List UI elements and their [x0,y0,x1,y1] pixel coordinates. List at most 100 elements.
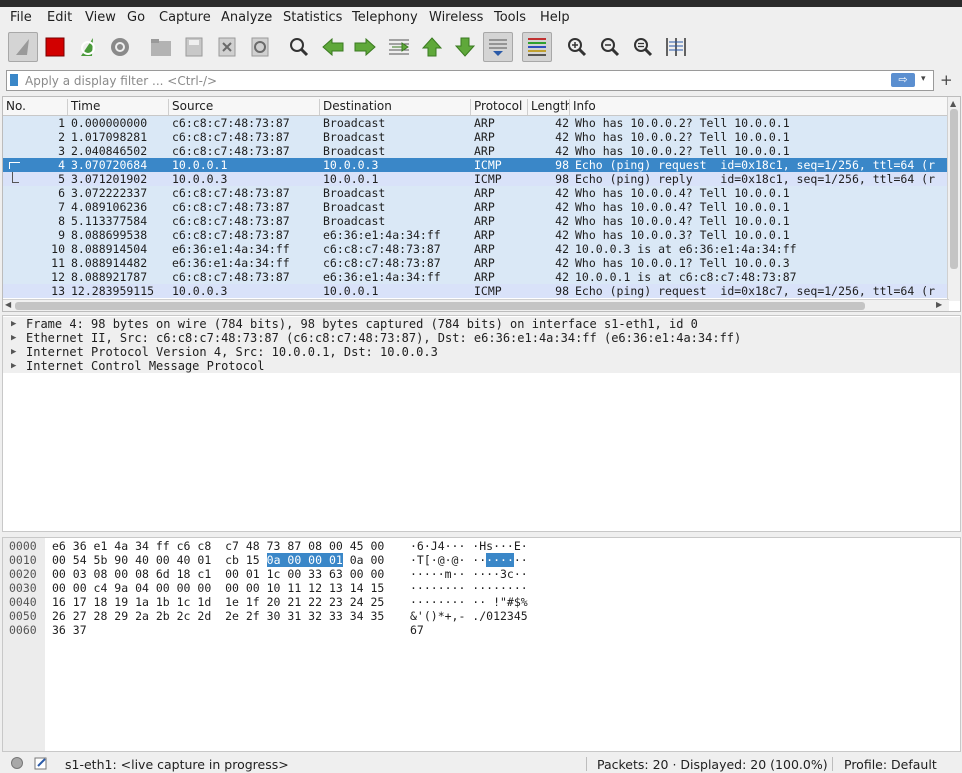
menu-go[interactable]: Go [127,10,145,25]
byte-hex[interactable]: 36 37 [52,623,87,637]
go-back-icon[interactable] [320,34,346,60]
menu-file[interactable]: File [10,10,32,25]
packet-row[interactable]: 12 8.088921787 c6:c8:c7:48:73:87 e6:36:e1:4… [3,270,949,284]
find-packet-icon[interactable] [286,34,312,60]
filter-dropdown-icon[interactable]: ▾ [921,74,926,84]
go-first-packet-icon[interactable] [419,34,445,60]
packet-cell-time: 12.283959115 [71,284,155,298]
menu-capture[interactable]: Capture [159,10,211,25]
go-to-packet-icon[interactable] [386,34,412,60]
packet-row[interactable]: 2 1.017098281 c6:c8:c7:48:73:87 Broadcast AR… [3,130,949,144]
byte-row[interactable]: 0040 16 17 18 19 1a 1b 1c 1d 1e 1f 20 21 … [3,595,960,609]
expert-info-icon[interactable] [11,757,23,769]
detail-ethernet[interactable]: ▶ Ethernet II, Src: c6:c8:c7:48:73:87 (c6… [3,331,960,345]
packet-list-vscrollbar[interactable]: ▲ [947,97,960,301]
byte-ascii[interactable]: 67 [410,623,424,637]
colorize-icon[interactable] [522,32,552,62]
packet-row[interactable]: 13 12.283959115 10.0.0.3 10.0.0.1 ICMP 98 Echo… [3,284,949,298]
menu-telephony[interactable]: Telephony [352,10,418,25]
menu-wireless[interactable]: Wireless [429,10,483,25]
save-file-icon[interactable] [181,34,207,60]
expand-arrow-icon[interactable]: ▶ [11,317,16,331]
expand-arrow-icon[interactable]: ▶ [11,359,16,373]
packet-row[interactable]: 4 3.070720684 10.0.0.1 10.0.0.3 ICMP 98 Echo (… [3,158,949,172]
byte-ascii[interactable]: ········ ·· !"#$% [410,595,528,609]
column-header-source[interactable]: Source [169,99,320,115]
packet-row[interactable]: 9 8.088699538 c6:c8:c7:48:73:87 e6:36:e1:4a… [3,228,949,242]
packet-row[interactable]: 5 3.071201902 10.0.0.3 10.0.0.1 ICMP 98 Echo (… [3,172,949,186]
byte-hex[interactable]: 16 17 18 19 1a 1b 1c 1d 1e 1f 20 21 22 2… [52,595,384,609]
menu-help[interactable]: Help [540,10,570,25]
menu-tools[interactable]: Tools [494,10,526,25]
bookmark-icon[interactable] [10,74,18,86]
byte-row[interactable]: 0020 00 03 08 00 08 6d 18 c1 00 01 1c 00 … [3,567,960,581]
column-header-destination[interactable]: Destination [320,99,471,115]
byte-hex[interactable]: 00 03 08 00 08 6d 18 c1 00 01 1c 00 33 6… [52,567,384,581]
byte-ascii[interactable]: ·6·J4··· ·Hs···E· [410,539,528,553]
scroll-up-icon[interactable]: ▲ [950,99,956,108]
byte-row[interactable]: 0060 36 37 67 [3,623,960,637]
close-file-icon[interactable] [214,34,240,60]
byte-hex[interactable]: 26 27 28 29 2a 2b 2c 2d 2e 2f 30 31 32 3… [52,609,384,623]
byte-row[interactable]: 0010 00 54 5b 90 40 00 40 01 cb 15 0a 00 … [3,553,960,567]
packet-list-hscroll-thumb[interactable] [15,302,865,310]
scroll-right-icon[interactable]: ▶ [936,300,942,309]
open-file-icon[interactable] [148,34,174,60]
packet-list-vscroll-thumb[interactable] [950,109,958,269]
column-header-time[interactable]: Time [68,99,169,115]
packet-row[interactable]: 6 3.072222337 c6:c8:c7:48:73:87 Broadcast AR… [3,186,949,200]
packet-row[interactable]: 11 8.088914482 e6:36:e1:4a:34:ff c6:c8:c7:4… [3,256,949,270]
menu-analyze[interactable]: Analyze [221,10,272,25]
byte-row[interactable]: 0000 e6 36 e1 4a 34 ff c6 c8 c7 48 73 87 … [3,539,960,553]
byte-row[interactable]: 0050 26 27 28 29 2a 2b 2c 2d 2e 2f 30 31 … [3,609,960,623]
packet-cell-len: 42 [555,186,569,200]
packet-cell-time: 8.088914504 [71,242,148,256]
column-header-protocol[interactable]: Protocol [471,99,528,115]
column-header-info[interactable]: Info [570,99,949,115]
apply-filter-button[interactable]: ⇨ [891,73,915,87]
go-forward-icon[interactable] [352,34,378,60]
packet-row[interactable]: 8 5.113377584 c6:c8:c7:48:73:87 Broadcast AR… [3,214,949,228]
packet-list-hscrollbar[interactable]: ◀ ▶ [3,299,949,311]
add-filter-button[interactable]: + [940,71,953,89]
byte-hex[interactable]: e6 36 e1 4a 34 ff c6 c8 c7 48 73 87 08 0… [52,539,384,553]
detail-icmp[interactable]: ▶ Internet Control Message Protocol [3,359,960,373]
byte-ascii[interactable]: ·····m·· ····3c·· [410,567,528,581]
detail-ipv4[interactable]: ▶ Internet Protocol Version 4, Src: 10.0.… [3,345,960,359]
byte-ascii-part: ·· [513,553,528,567]
restart-capture-icon[interactable] [75,34,101,60]
scroll-left-icon[interactable]: ◀ [5,300,11,309]
packet-row[interactable]: 3 2.040846502 c6:c8:c7:48:73:87 Broadcast AR… [3,144,949,158]
capture-comment-icon[interactable] [34,756,48,770]
menu-statistics[interactable]: Statistics [283,10,342,25]
packet-row[interactable]: 10 8.088914504 e6:36:e1:4a:34:ff c6:c8:c7:4… [3,242,949,256]
capture-options-icon[interactable] [107,34,133,60]
display-filter-input[interactable] [25,71,885,90]
expand-arrow-icon[interactable]: ▶ [11,345,16,359]
resize-columns-icon[interactable] [663,34,689,60]
zoom-out-icon[interactable] [597,34,623,60]
auto-scroll-icon[interactable] [483,32,513,62]
profile-status[interactable]: Profile: Default [844,757,937,772]
byte-row[interactable]: 0030 00 00 c4 9a 04 00 00 00 00 00 10 11 … [3,581,960,595]
column-header-no[interactable]: No. [3,99,68,115]
packet-row[interactable]: 7 4.089106236 c6:c8:c7:48:73:87 Broadcast AR… [3,200,949,214]
stop-capture-icon[interactable] [42,34,68,60]
menu-view[interactable]: View [85,10,116,25]
shark-fin-start-icon[interactable] [8,32,38,62]
byte-hex[interactable]: 00 54 5b 90 40 00 40 01 cb 15 0a 00 00 0… [52,553,384,567]
zoom-normal-icon[interactable] [630,34,656,60]
packet-row[interactable]: 1 0.000000000 c6:c8:c7:48:73:87 Broadcast AR… [3,116,949,130]
expand-arrow-icon[interactable]: ▶ [11,331,16,345]
byte-ascii[interactable]: &'()*+,- ./012345 [410,609,528,623]
menu-edit[interactable]: Edit [47,10,72,25]
packet-cell-proto: ARP [474,270,495,284]
reload-file-icon[interactable] [247,34,273,60]
go-last-packet-icon[interactable] [452,34,478,60]
detail-frame[interactable]: ▶ Frame 4: 98 bytes on wire (784 bits), 9… [3,317,960,331]
column-header-length[interactable]: Length [528,99,570,115]
byte-hex[interactable]: 00 00 c4 9a 04 00 00 00 00 00 10 11 12 1… [52,581,384,595]
byte-ascii[interactable]: ········ ········ [410,581,528,595]
byte-ascii[interactable]: ·T[·@·@· ········ [410,553,528,567]
zoom-in-icon[interactable] [564,34,590,60]
